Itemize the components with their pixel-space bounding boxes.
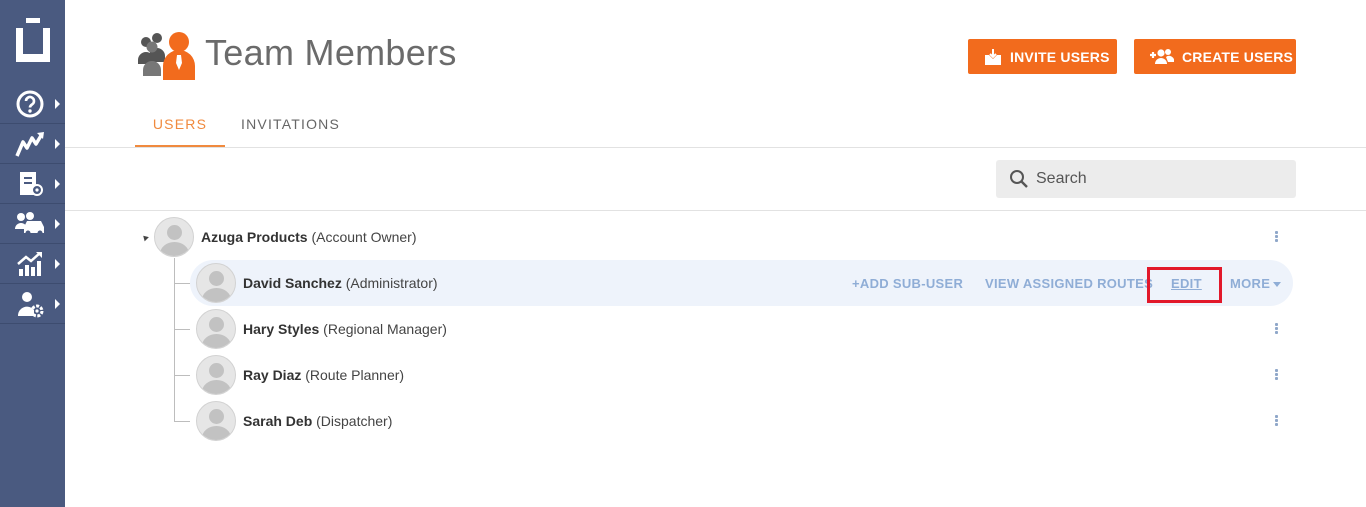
sidebar-item-user-settings[interactable] [0,284,65,324]
kebab-menu-icon[interactable] [1275,323,1278,335]
search-input[interactable] [1036,168,1276,190]
user-settings-icon [14,290,46,318]
expand-caret-icon [55,259,60,269]
route-plan-icon [14,170,46,198]
kebab-menu-icon[interactable] [1275,415,1278,427]
tree-root-label[interactable]: Azuga Products (Account Owner) [201,229,417,245]
kebab-menu-icon[interactable] [1275,369,1278,381]
invite-users-button[interactable]: INVITE USERS [968,39,1117,74]
kebab-menu-icon[interactable] [1275,231,1278,243]
user-role: (Regional Manager) [323,321,447,337]
sidebar-item-routes[interactable] [0,124,65,164]
expand-caret-icon [55,179,60,189]
tree-connector [174,283,190,284]
user-name: David Sanchez [243,275,342,291]
sidebar-item-analytics[interactable] [0,244,65,284]
sidebar [0,0,65,507]
tree-connector [174,329,190,330]
expand-caret-icon [55,139,60,149]
user-role: (Administrator) [345,275,438,291]
team-members-icon [135,30,199,82]
more-label: MORE [1230,276,1271,291]
add-users-icon [1150,48,1174,64]
sidebar-item-help[interactable] [0,84,65,124]
invite-icon [985,48,1001,65]
invite-users-label: INVITE USERS [1010,48,1110,65]
tree-connector [174,421,190,422]
avatar [196,263,236,303]
team-vehicles-icon [14,210,46,238]
analytics-icon [14,250,46,278]
sidebar-item-team-vehicles[interactable] [0,204,65,244]
avatar [196,355,236,395]
user-name: Sarah Deb [243,413,313,429]
tree-connector [174,375,190,376]
divider [65,147,1366,148]
user-role: (Dispatcher) [316,413,393,429]
page-title: Team Members [205,32,457,73]
add-sub-user-link[interactable]: +ADD SUB-USER [852,276,963,291]
search-icon [1010,170,1028,188]
expand-caret-icon [55,219,60,229]
expand-caret-icon [55,99,60,109]
tree-item-label[interactable]: David Sanchez (Administrator) [243,275,438,291]
more-dropdown[interactable]: MORE [1230,276,1282,291]
avatar [196,401,236,441]
tab-invitations[interactable]: INVITATIONS [241,116,340,132]
user-name: Azuga Products [201,229,308,245]
collapse-caret-icon[interactable] [141,233,149,242]
sidebar-item-route-plan[interactable] [0,164,65,204]
search-box[interactable] [996,160,1296,198]
user-name: Hary Styles [243,321,320,337]
tree-item-label[interactable]: Hary Styles (Regional Manager) [243,321,447,337]
user-role: (Route Planner) [305,367,405,383]
create-users-label: CREATE USERS [1182,48,1294,65]
divider [65,210,1366,211]
highlight-box [1147,267,1222,303]
app-logo-icon[interactable] [0,0,65,80]
expand-caret-icon [55,299,60,309]
caret-down-icon [1273,282,1282,288]
tab-users[interactable]: USERS [135,116,225,132]
avatar [196,309,236,349]
user-name: Ray Diaz [243,367,302,383]
create-users-button[interactable]: CREATE USERS [1134,39,1296,74]
help-icon [14,90,46,118]
tree-item-label[interactable]: Ray Diaz (Route Planner) [243,367,404,383]
view-assigned-routes-link[interactable]: VIEW ASSIGNED ROUTES [985,276,1153,291]
user-role: (Account Owner) [311,229,417,245]
avatar [154,217,194,257]
routes-icon [14,130,46,158]
tree-item-label[interactable]: Sarah Deb (Dispatcher) [243,413,392,429]
